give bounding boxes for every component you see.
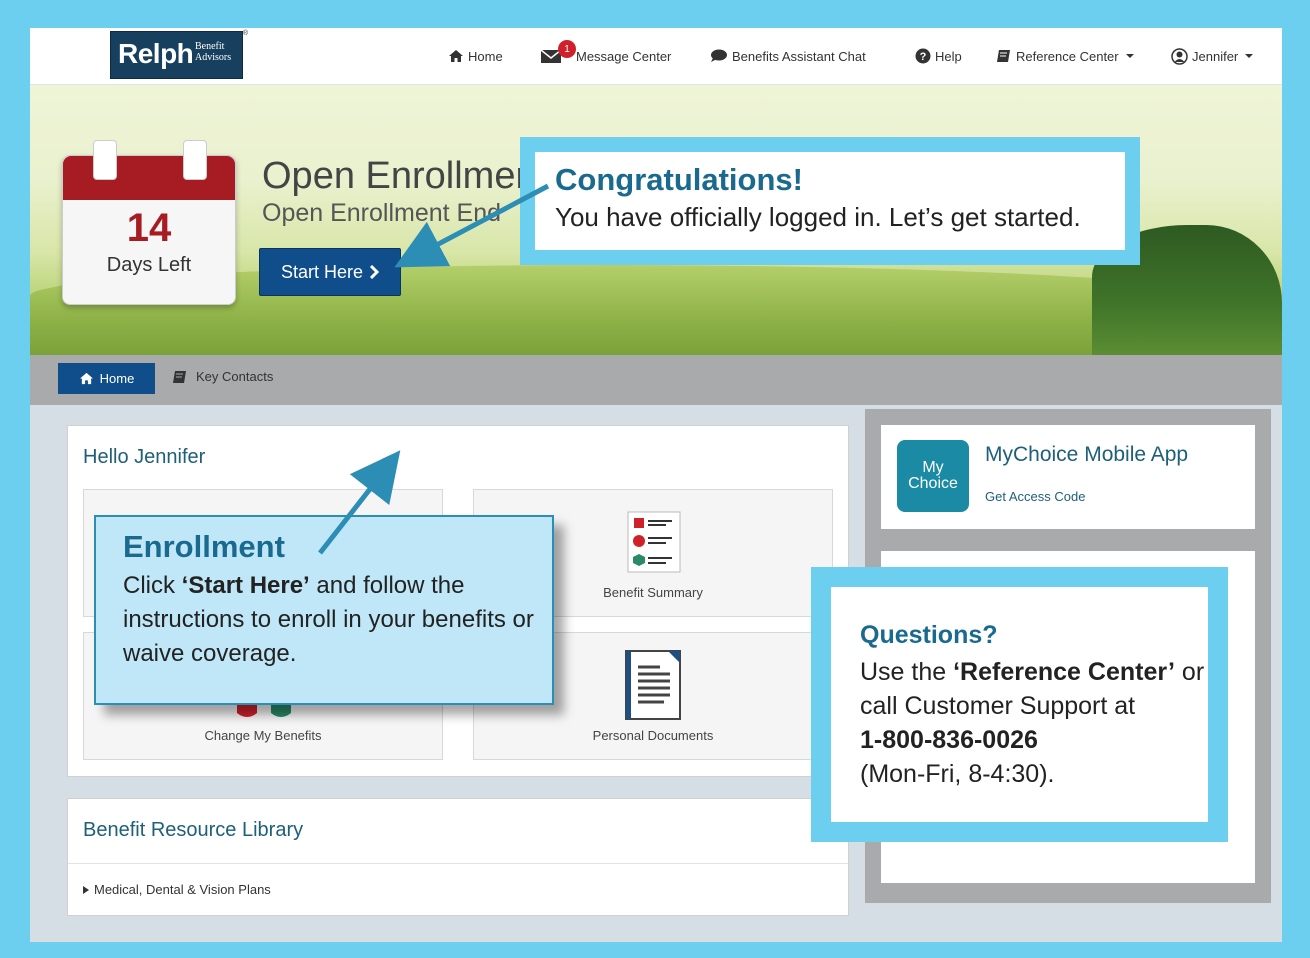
days-left-calendar: 14 Days Left xyxy=(62,140,236,305)
tile-change-benefits-label: Change My Benefits xyxy=(204,728,322,743)
nav-chat-label: Benefits Assistant Chat xyxy=(732,48,866,64)
chevron-right-icon xyxy=(369,265,380,279)
subnav-home-label: Home xyxy=(99,371,135,386)
mobile-app-title: MyChoice Mobile App xyxy=(985,443,1189,466)
chat-bubble-icon xyxy=(711,49,727,62)
mobile-app-card: My Choice MyChoice Mobile App Get Access … xyxy=(881,425,1255,529)
open-enrollment-subtitle: Open Enrollment End xyxy=(262,199,502,227)
subnav-key-contacts-label: Key Contacts xyxy=(196,369,274,384)
nav-message-center-label: Message Center xyxy=(576,48,672,64)
logo-main: Relph xyxy=(118,38,194,69)
nav-reference-center-label: Reference Center xyxy=(1016,48,1119,64)
nav-user-label: Jennifer xyxy=(1192,48,1239,64)
home-icon xyxy=(79,372,93,385)
document-icon xyxy=(625,650,681,720)
nav-help-label: Help xyxy=(935,48,962,64)
benefit-summary-icon xyxy=(627,511,681,573)
caret-right-icon xyxy=(83,885,89,894)
enrollment-callout: Enrollment Click ‘Start Here’ and follow… xyxy=(94,515,554,705)
book-icon xyxy=(173,370,186,383)
start-here-label: Start Here xyxy=(280,261,364,282)
chevron-down-icon xyxy=(1125,54,1134,58)
library-divider xyxy=(68,863,848,864)
envelope-icon: 1 xyxy=(540,40,576,64)
library-title: Benefit Resource Library xyxy=(83,819,304,841)
sub-nav: Home Key Contacts xyxy=(30,355,1282,405)
logo-registered: ® xyxy=(242,30,248,37)
congratulations-title: Congratulations! xyxy=(555,162,803,197)
questions-callout: Questions? Use the ‘Reference Center’ or… xyxy=(811,567,1228,842)
nav-chat[interactable]: Benefits Assistant Chat xyxy=(710,46,866,66)
support-phone: 1-800-836-0026 xyxy=(860,726,1038,754)
congratulations-body: You have officially logged in. Let’s get… xyxy=(555,202,1081,232)
nav-user-menu[interactable]: Jennifer xyxy=(1171,46,1254,66)
subnav-home-button[interactable]: Home xyxy=(58,363,155,394)
library-item[interactable]: Medical, Dental & Vision Plans xyxy=(83,882,271,897)
svg-text:?: ? xyxy=(920,51,927,63)
calendar-header xyxy=(63,156,235,200)
nav-message-center[interactable]: 1 Message Center xyxy=(540,40,672,66)
home-icon xyxy=(449,50,463,62)
calendar-ring xyxy=(183,140,207,180)
questions-title: Questions? xyxy=(860,621,998,649)
top-nav: Relph Benefit Advisors ® Home 1 Message C… xyxy=(30,28,1282,85)
questions-body: Use the ‘Reference Center’ or call Custo… xyxy=(860,658,1205,788)
nav-help[interactable]: ? Help xyxy=(915,46,962,66)
message-count-badge: 1 xyxy=(558,40,576,58)
calendar-ring xyxy=(93,140,117,180)
congratulations-callout: Congratulations! You have officially log… xyxy=(520,137,1140,265)
mychoice-app-icon[interactable]: My Choice xyxy=(897,440,969,512)
enrollment-title: Enrollment xyxy=(123,529,285,564)
days-left-label: Days Left xyxy=(106,254,192,276)
chevron-down-icon xyxy=(1245,54,1254,58)
nav-reference-center[interactable]: Reference Center xyxy=(996,46,1134,66)
days-left-number: 14 xyxy=(126,206,172,250)
greeting: Hello Jennifer xyxy=(83,446,206,468)
nav-home[interactable]: Home xyxy=(448,46,503,66)
book-icon xyxy=(997,50,1010,62)
tile-personal-documents-label: Personal Documents xyxy=(592,728,714,743)
subnav-key-contacts[interactable]: Key Contacts xyxy=(172,369,273,384)
nav-home-label: Home xyxy=(468,48,503,64)
logo-sub: Benefit Advisors xyxy=(195,41,232,63)
start-here-button[interactable]: Start Here xyxy=(259,248,401,296)
relph-logo[interactable]: Relph Benefit Advisors ® xyxy=(110,30,248,79)
get-access-code-link[interactable]: Get Access Code xyxy=(985,489,1085,504)
enrollment-body: Click ‘Start Here’ and follow the instru… xyxy=(123,572,534,667)
question-circle-icon: ? xyxy=(915,48,931,64)
library-item-label: Medical, Dental & Vision Plans xyxy=(94,882,271,897)
user-circle-icon xyxy=(1171,47,1188,65)
benefit-resource-library: Benefit Resource Library Medical, Dental… xyxy=(67,798,849,916)
open-enrollment-title: Open Enrollmer xyxy=(262,155,529,197)
